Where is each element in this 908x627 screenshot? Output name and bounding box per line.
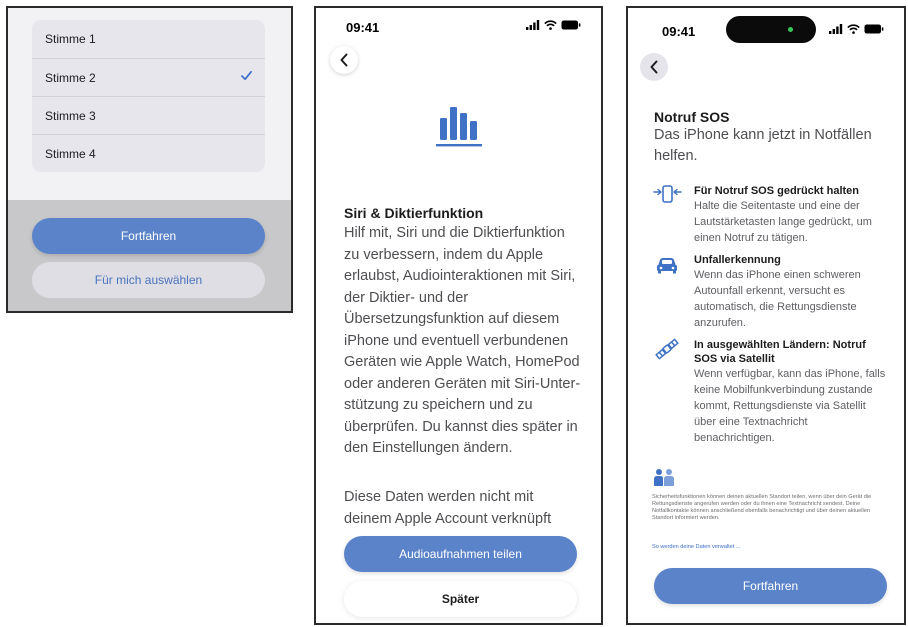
voice-list-area: Stimme 1 Stimme 2 Stimme 3 Stimme 4 — [8, 8, 291, 200]
voice-option-4[interactable]: Stimme 4 — [32, 134, 265, 172]
page-subtitle: Das iPhone kann jetzt in Notfällen helfe… — [654, 127, 872, 164]
wifi-icon — [544, 20, 557, 30]
back-button[interactable] — [330, 46, 358, 74]
continue-button[interactable]: Fortfahren — [654, 568, 887, 604]
side-button-icon — [653, 185, 682, 203]
chevron-left-icon — [650, 60, 658, 74]
car-icon — [657, 258, 677, 274]
emergency-sos-screen: 09:41 Notruf SOS Das iPhone kann jetzt i… — [626, 6, 906, 625]
voice-option-label: Stimme 2 — [45, 70, 96, 85]
status-icons — [829, 24, 884, 34]
voice-option-label: Stimme 1 — [45, 32, 96, 46]
signal-icon — [526, 20, 540, 30]
feature-item: Für Notruf SOS gedrückt halten Halte die… — [650, 184, 890, 246]
dynamic-island — [726, 16, 816, 43]
status-bar: 09:41 — [316, 8, 601, 42]
later-button[interactable]: Später — [344, 581, 577, 617]
checkmark-icon — [241, 70, 252, 81]
privacy-handshake-icon — [654, 469, 674, 486]
voice-picker-screen: Stimme 1 Stimme 2 Stimme 3 Stimme 4 Fort… — [6, 6, 293, 313]
battery-icon — [864, 24, 884, 34]
camera-indicator-icon — [788, 27, 793, 32]
feature-heading: Unfallerkennung — [694, 254, 781, 266]
feature-heading: Für Notruf SOS gedrückt halten — [694, 185, 860, 197]
status-time: 09:41 — [346, 20, 380, 35]
feature-description: Wenn das iPhone einen schweren Autounfal… — [694, 269, 861, 329]
voice-list: Stimme 1 Stimme 2 Stimme 3 Stimme 4 — [32, 20, 265, 172]
status-icons — [526, 20, 581, 30]
feature-heading: In ausgewählten Ländern: Notruf SOS via … — [694, 339, 866, 365]
chevron-left-icon — [340, 53, 348, 67]
description-text: Hilf mit, Siri und die Diktierfunk­tion … — [344, 225, 581, 456]
page-title: Siri & Diktierfunktion — [344, 205, 484, 221]
audio-bars-icon — [436, 107, 482, 147]
continue-button[interactable]: Fortfahren — [32, 218, 265, 254]
privacy-note: Diese Daten werden nicht mit deinem Appl… — [344, 489, 552, 527]
feature-item: Unfallerkennung Wenn das iPhone einen sc… — [650, 253, 890, 331]
satellite-icon — [655, 338, 679, 360]
share-audio-button[interactable]: Audioaufnahmen teilen — [344, 536, 577, 572]
choose-for-me-button[interactable]: Für mich auswählen — [32, 262, 265, 298]
wifi-icon — [847, 24, 860, 34]
feature-list: Für Notruf SOS gedrückt halten Halte die… — [650, 184, 890, 452]
voice-option-2[interactable]: Stimme 2 — [32, 58, 265, 96]
voice-option-1[interactable]: Stimme 1 — [32, 20, 265, 58]
voice-option-label: Stimme 3 — [45, 108, 96, 123]
feature-description: Halte die Seitentaste und eine der Lauts… — [694, 200, 872, 244]
data-management-link[interactable]: So werden deine Daten verwaltet ... — [652, 544, 741, 550]
back-button[interactable] — [640, 53, 668, 81]
page-title: Notruf SOS — [654, 109, 730, 125]
privacy-text: Sicherheitsfunktionen können deinen aktu… — [652, 494, 872, 521]
battery-icon — [561, 20, 581, 30]
voice-option-label: Stimme 4 — [45, 146, 96, 161]
voice-option-3[interactable]: Stimme 3 — [32, 96, 265, 134]
siri-dictation-screen: 09:41 Siri & Diktierfunktion Hilf mit, S… — [314, 6, 603, 625]
feature-item: In ausgewählten Ländern: Notruf SOS via … — [650, 338, 890, 446]
status-time: 09:41 — [662, 24, 696, 39]
feature-description: Wenn verfügbar, kann das iPhone, falls k… — [694, 368, 886, 444]
signal-icon — [829, 24, 843, 34]
